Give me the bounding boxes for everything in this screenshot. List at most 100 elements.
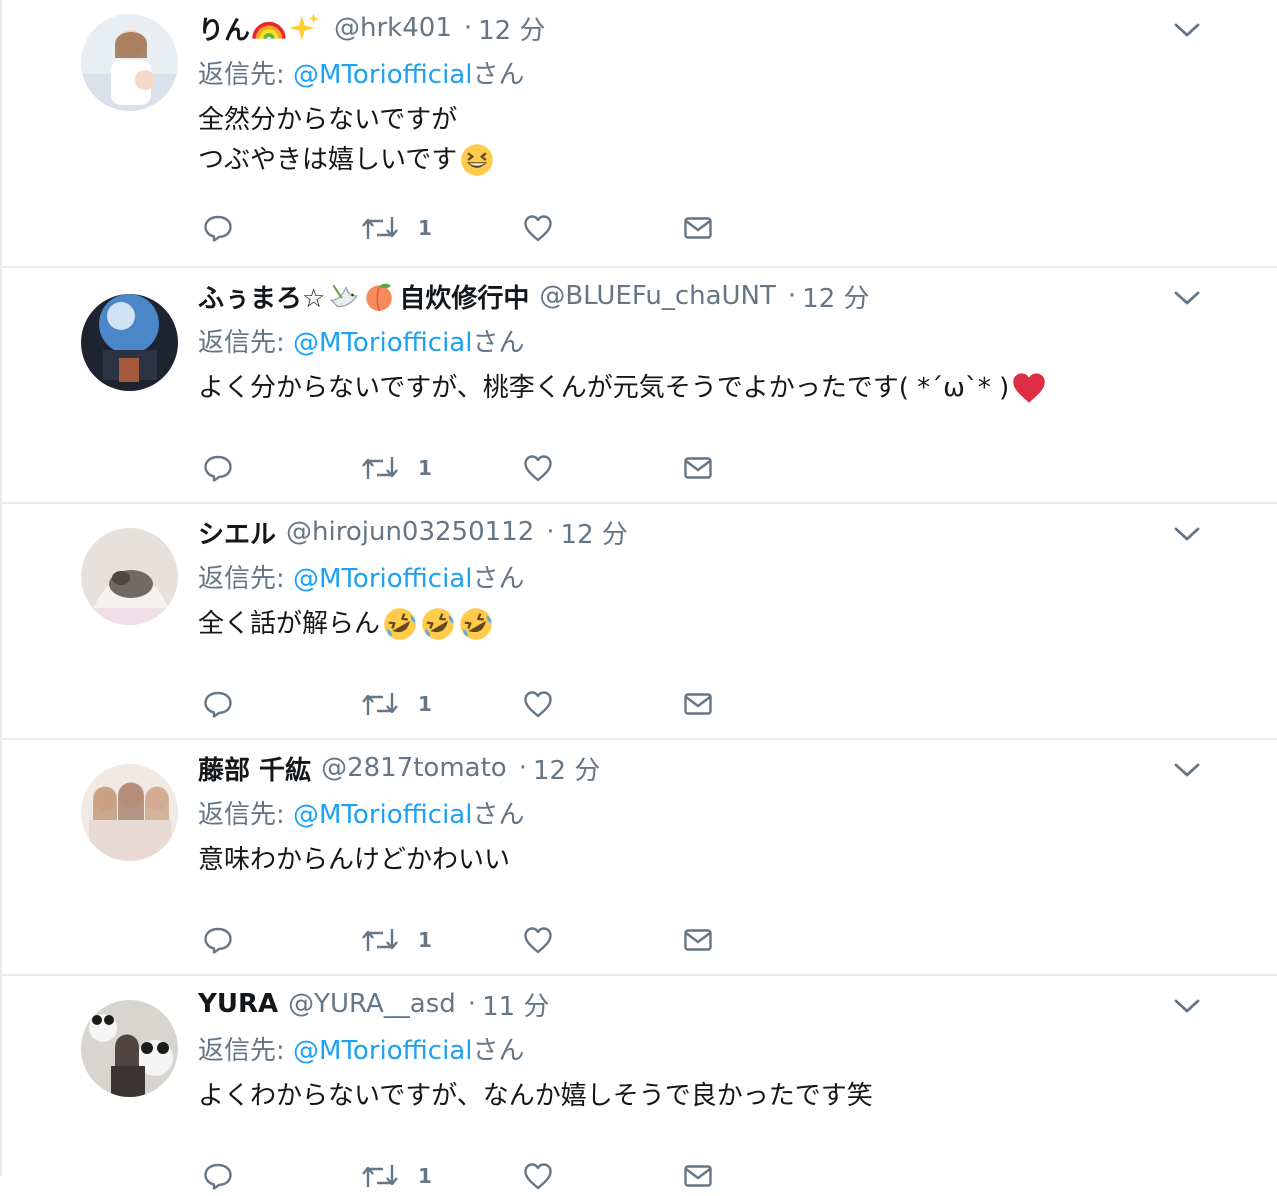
tweet-actions: 1 [198,208,738,248]
avatar[interactable] [81,528,178,625]
chevron-down-icon[interactable] [1172,522,1202,546]
like-button[interactable] [522,684,554,724]
tweet-item[interactable]: YURA @YURA__asd · 11 分 返信先: @MTorioffici… [2,976,1277,1176]
retweet-icon [360,688,400,720]
tweet-header: 藤部 千紘 @2817tomato · 12 分 [198,746,600,790]
avatar[interactable] [81,294,178,391]
avatar[interactable] [81,764,178,861]
tweet-actions: 1 [198,448,738,488]
user-handle[interactable]: @hirojun03250112 [286,517,534,547]
tweet-item[interactable]: ふぅまろ☆ 自炊修行中 @BLUEFu_chaUNT · 12 分 返信先: @… [2,268,1277,504]
avatar-image [81,764,178,861]
timestamp[interactable]: 12 分 [533,750,600,787]
retweet-button[interactable]: 1 [360,208,432,248]
display-name[interactable]: シエル [198,514,276,551]
chevron-down-icon[interactable] [1172,758,1202,782]
avatar[interactable] [81,14,178,111]
retweet-count: 1 [418,216,432,240]
timestamp[interactable]: 12 分 [802,278,869,315]
mention-link[interactable]: @MToriofficial [293,564,472,594]
user-handle[interactable]: @BLUEFu_chaUNT [539,281,776,311]
tweet-text-span: つぶやきは嬉しいです [198,145,458,175]
tweet-text: 意味わからんけどかわいい [198,840,510,880]
retweet-icon [360,452,400,484]
mention-link[interactable]: @MToriofficial [293,328,472,358]
display-name[interactable]: YURA [198,989,278,1019]
avatar-image [81,14,178,111]
separator-dot: · [546,517,555,547]
tweet-actions: 1 [198,684,738,724]
tweet-text-line: 意味わからんけどかわいい [198,840,510,880]
heart-icon [522,1160,554,1192]
rolling-on-floor-laughing-emoji [382,606,418,642]
retweet-count: 1 [418,1164,432,1188]
timestamp[interactable]: 11 分 [482,986,549,1023]
tweet-text-line: よく分からないですが、桃李くんが元気そうでよかったです( *´ω`* ) [198,368,1047,408]
display-name[interactable]: りん [198,10,250,47]
like-button[interactable] [522,208,554,248]
heart-icon [522,452,554,484]
reply-button[interactable] [202,684,234,724]
rolling-on-floor-laughing-emoji [458,606,494,642]
tweet-item[interactable]: りん @hrk401 · 12 分 返信先: @MToriofficialさん … [2,0,1277,268]
display-name-suffix[interactable]: 自炊修行中 [399,278,529,315]
like-button[interactable] [522,1156,554,1196]
retweet-icon [360,1160,400,1192]
chevron-down-icon[interactable] [1172,286,1202,310]
heart-icon [522,924,554,956]
display-name[interactable]: 藤部 千紘 [198,750,311,787]
timestamp[interactable]: 12 分 [478,10,545,47]
retweet-button[interactable]: 1 [360,920,432,960]
timestamp[interactable]: 12 分 [561,514,628,551]
direct-message-button[interactable] [682,1156,714,1196]
direct-message-button[interactable] [682,920,714,960]
reply-icon [202,452,234,484]
envelope-icon [682,212,714,244]
retweet-count: 1 [418,456,432,480]
display-name[interactable]: ふぅまろ☆ [198,278,325,315]
reply-button[interactable] [202,920,234,960]
tweet-header: シエル @hirojun03250112 · 12 分 [198,510,628,554]
user-handle[interactable]: @2817tomato [321,753,507,783]
like-button[interactable] [522,448,554,488]
tweet-item[interactable]: 藤部 千紘 @2817tomato · 12 分 返信先: @MTorioffi… [2,740,1277,976]
tweet-text-line: よくわからないですが、なんか嬉しそうで良かったです笑 [198,1076,873,1116]
retweet-button[interactable]: 1 [360,684,432,724]
user-handle[interactable]: @hrk401 [334,13,452,43]
mention-link[interactable]: @MToriofficial [293,800,472,830]
tweet-text: よくわからないですが、なんか嬉しそうで良かったです笑 [198,1076,873,1116]
reply-context: 返信先: @MToriofficialさん [198,322,524,359]
retweet-button[interactable]: 1 [360,448,432,488]
separator-dot: · [463,13,473,43]
like-button[interactable] [522,920,554,960]
mention-link[interactable]: @MToriofficial [293,60,472,90]
reply-context: 返信先: @MToriofficialさん [198,54,524,91]
reply-context: 返信先: @MToriofficialさん [198,558,524,595]
reply-button[interactable] [202,448,234,488]
reply-prefix: 返信先: [198,1036,294,1066]
reply-suffix: さん [472,328,525,358]
mention-link[interactable]: @MToriofficial [293,1036,472,1066]
retweet-button[interactable]: 1 [360,1156,432,1196]
direct-message-button[interactable] [682,208,714,248]
direct-message-button[interactable] [682,684,714,724]
tweet-actions: 1 [198,920,738,960]
chevron-down-icon[interactable] [1172,994,1202,1018]
direct-message-button[interactable] [682,448,714,488]
envelope-icon [682,924,714,956]
reply-prefix: 返信先: [198,800,294,830]
chevron-down-icon[interactable] [1172,18,1202,42]
reply-context: 返信先: @MToriofficialさん [198,794,524,831]
avatar[interactable] [81,1000,178,1097]
reply-icon [202,1160,234,1192]
tweet-item[interactable]: シエル @hirojun03250112 · 12 分 返信先: @MTorio… [2,504,1277,740]
user-handle[interactable]: @YURA__asd [288,989,456,1019]
rainbow-emoji [252,11,286,45]
reply-prefix: 返信先: [198,564,294,594]
reply-button[interactable] [202,208,234,248]
reply-context: 返信先: @MToriofficialさん [198,1030,524,1067]
tweet-text-line: つぶやきは嬉しいです [198,140,495,180]
reply-button[interactable] [202,1156,234,1196]
name-emoji-group [327,279,397,313]
reply-suffix: さん [472,564,525,594]
